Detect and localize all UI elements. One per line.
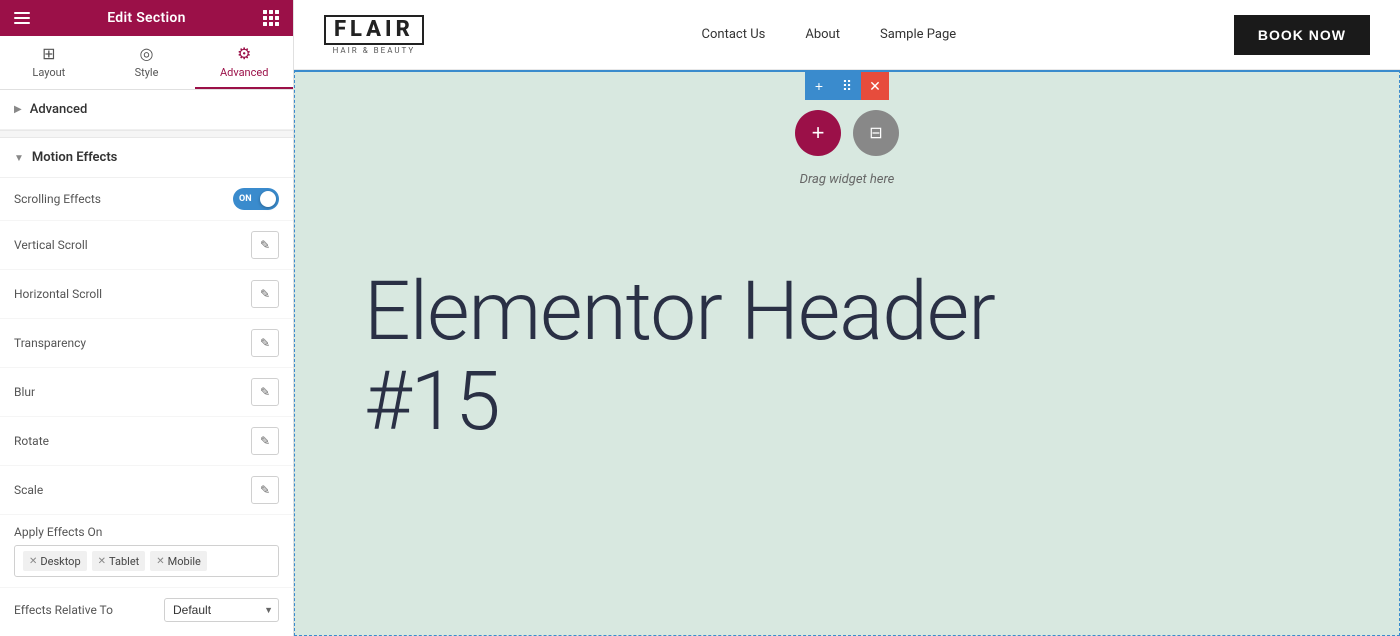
- layout-icon: ⊞: [42, 46, 55, 62]
- scale-row: Scale ✎: [0, 466, 293, 515]
- advanced-chevron-icon: [14, 104, 22, 115]
- tag-tablet-remove[interactable]: ✕: [98, 556, 106, 567]
- section-divider: [0, 130, 293, 138]
- transparency-edit-button[interactable]: ✎: [251, 329, 279, 357]
- sidebar-header: Edit Section: [0, 0, 293, 36]
- hamburger-icon[interactable]: [14, 12, 30, 24]
- toggle-on-label: ON: [239, 194, 252, 204]
- horizontal-scroll-label: Horizontal Scroll: [14, 287, 102, 301]
- tag-desktop-label: Desktop: [40, 555, 80, 568]
- tag-tablet: ✕ Tablet: [92, 551, 146, 571]
- book-now-button[interactable]: BOOK NOW: [1234, 15, 1370, 55]
- tab-style-label: Style: [135, 66, 159, 79]
- tag-mobile: ✕ Mobile: [150, 551, 207, 571]
- navbar: FLAIR HAIR & BEAUTY Contact Us About Sam…: [294, 0, 1400, 70]
- tag-desktop: ✕ Desktop: [23, 551, 87, 571]
- rotate-edit-button[interactable]: ✎: [251, 427, 279, 455]
- drag-widget-text: Drag widget here: [800, 172, 895, 187]
- brand-name: FLAIR: [324, 15, 424, 45]
- heading-line1: Elementor Header: [364, 267, 1330, 357]
- section-toolbar: + ⠿ ✕: [805, 72, 889, 100]
- tab-advanced[interactable]: ⚙ Advanced: [195, 36, 293, 89]
- page-heading: Elementor Header #15: [364, 267, 1330, 447]
- scale-label: Scale: [14, 483, 43, 497]
- tag-mobile-remove[interactable]: ✕: [156, 556, 164, 567]
- tab-layout[interactable]: ⊞ Layout: [0, 36, 98, 89]
- sidebar: Edit Section ⊞ Layout ◎ Style ⚙ Advanced…: [0, 0, 294, 636]
- horizontal-scroll-row: Horizontal Scroll ✎: [0, 270, 293, 319]
- transparency-label: Transparency: [14, 336, 86, 350]
- motion-chevron-icon: [14, 150, 24, 165]
- add-widget-button[interactable]: +: [795, 110, 841, 156]
- folder-widget-button[interactable]: ⊟: [853, 110, 899, 156]
- tab-advanced-label: Advanced: [220, 66, 268, 79]
- toolbar-add-button[interactable]: +: [805, 72, 833, 100]
- apply-effects-label: Apply Effects On: [14, 525, 279, 539]
- scrolling-effects-label: Scrolling Effects: [14, 192, 101, 206]
- advanced-icon: ⚙: [237, 46, 251, 62]
- brand-logo: FLAIR HAIR & BEAUTY: [324, 15, 424, 55]
- nav-sample[interactable]: Sample Page: [880, 27, 956, 42]
- rotate-row: Rotate ✎: [0, 417, 293, 466]
- scale-edit-button[interactable]: ✎: [251, 476, 279, 504]
- rotate-label: Rotate: [14, 434, 49, 448]
- horizontal-scroll-edit-button[interactable]: ✎: [251, 280, 279, 308]
- apply-effects-section: Apply Effects On ✕ Desktop ✕ Tablet ✕ Mo…: [0, 515, 293, 588]
- vertical-scroll-label: Vertical Scroll: [14, 238, 88, 252]
- effects-relative-label: Effects Relative To: [14, 603, 113, 617]
- effects-relative-select[interactable]: Default Viewport Section: [164, 598, 279, 622]
- main-canvas: FLAIR HAIR & BEAUTY Contact Us About Sam…: [294, 0, 1400, 636]
- vertical-scroll-row: Vertical Scroll ✎: [0, 221, 293, 270]
- vertical-scroll-edit-button[interactable]: ✎: [251, 231, 279, 259]
- advanced-section-row[interactable]: Advanced: [0, 90, 293, 130]
- scrolling-effects-toggle[interactable]: ON: [233, 188, 279, 210]
- nav-contact[interactable]: Contact Us: [702, 27, 766, 42]
- motion-effects-title: Motion Effects: [32, 150, 117, 165]
- toggle-thumb: [260, 191, 276, 207]
- blur-row: Blur ✎: [0, 368, 293, 417]
- blur-edit-button[interactable]: ✎: [251, 378, 279, 406]
- brand-sub: HAIR & BEAUTY: [333, 47, 416, 55]
- transparency-row: Transparency ✎: [0, 319, 293, 368]
- effects-relative-select-wrapper: Default Viewport Section ▼: [164, 598, 279, 622]
- sidebar-tabs: ⊞ Layout ◎ Style ⚙ Advanced: [0, 36, 293, 90]
- scrolling-effects-row: Scrolling Effects ON: [0, 178, 293, 221]
- bottom-section: Elementor Header #15: [294, 207, 1400, 477]
- motion-effects-header[interactable]: Motion Effects: [0, 138, 293, 178]
- apply-effects-tags[interactable]: ✕ Desktop ✕ Tablet ✕ Mobile: [14, 545, 279, 577]
- toolbar-drag-button[interactable]: ⠿: [833, 72, 861, 100]
- toolbar-close-button[interactable]: ✕: [861, 72, 889, 100]
- tag-tablet-label: Tablet: [109, 555, 139, 568]
- blur-label: Blur: [14, 385, 35, 399]
- tab-layout-label: Layout: [32, 66, 65, 79]
- sidebar-title: Edit Section: [107, 10, 186, 26]
- tag-desktop-remove[interactable]: ✕: [29, 556, 37, 567]
- style-icon: ◎: [140, 46, 154, 62]
- heading-line2: #15: [364, 357, 1330, 447]
- tag-mobile-label: Mobile: [168, 555, 201, 568]
- grid-icon[interactable]: [263, 10, 279, 26]
- advanced-section-label: Advanced: [30, 102, 88, 117]
- nav-about[interactable]: About: [805, 27, 840, 42]
- tab-style[interactable]: ◎ Style: [98, 36, 196, 89]
- sidebar-content: Advanced Motion Effects Scrolling Effect…: [0, 90, 293, 636]
- nav-links: Contact Us About Sample Page: [702, 27, 957, 42]
- effects-relative-row: Effects Relative To Default Viewport Sec…: [0, 588, 293, 632]
